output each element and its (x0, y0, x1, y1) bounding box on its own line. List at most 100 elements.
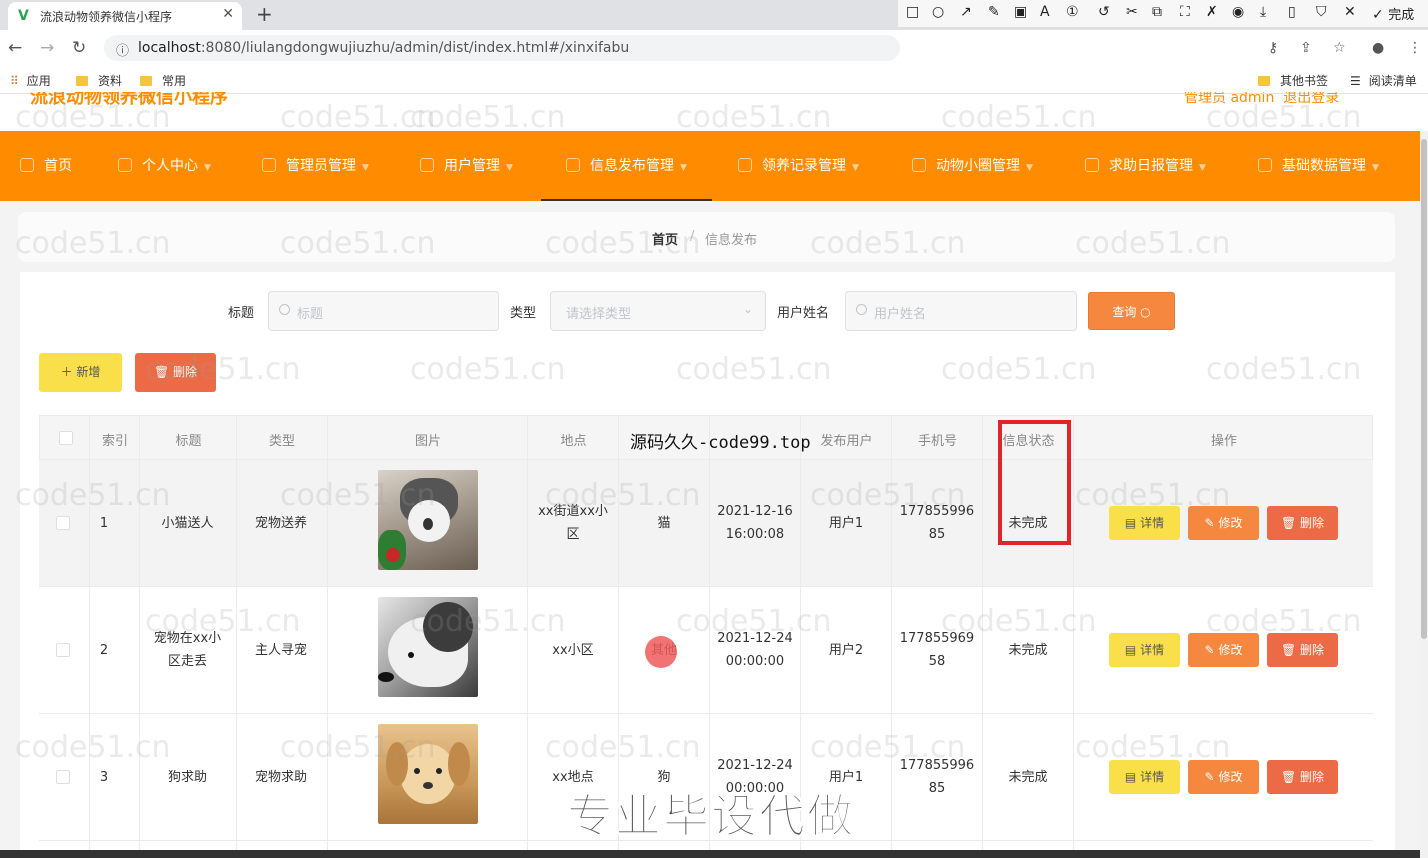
help-icon (1085, 158, 1099, 172)
circle-tool-icon[interactable]: ○ (932, 4, 944, 20)
detail-button[interactable]: ▤ 详情 (1109, 633, 1180, 667)
chevron-down-icon: ▼ (506, 163, 513, 173)
star-icon[interactable]: ☆ (1333, 40, 1346, 56)
cell-phone: 17785599685 (899, 504, 975, 542)
folder-icon (76, 76, 88, 86)
close-annotation-icon[interactable]: ✕ (1344, 4, 1356, 20)
title-search-input[interactable]: 标题 (268, 291, 499, 331)
username-search-input[interactable]: 用户姓名 (845, 291, 1077, 331)
back-icon[interactable]: ← (8, 38, 22, 58)
menu-item-info-publish[interactable]: 信息发布管理 ▼ (541, 131, 712, 201)
bookmark-folder[interactable]: 常用 (140, 72, 186, 89)
scrollbar-thumb[interactable] (1421, 139, 1427, 639)
mosaic-tool-icon[interactable]: ▣ (1014, 4, 1027, 20)
breadcrumb-current: 信息发布 (705, 233, 758, 248)
menu-item-users[interactable]: 用户管理 ▼ (420, 131, 513, 201)
add-button[interactable]: ＋ 新增 (39, 353, 122, 392)
menu-item-profile[interactable]: 个人中心 ▼ (118, 131, 211, 201)
breadcrumb-separator: / (690, 229, 695, 244)
vue-logo-icon: V (18, 8, 29, 24)
detail-button[interactable]: ▤ 详情 (1109, 506, 1180, 540)
column-divider (982, 415, 983, 858)
bookmark-icon[interactable]: ⛉ (1316, 4, 1327, 20)
arrow-tool-icon[interactable]: ↗ (960, 4, 972, 20)
bookmark-folder[interactable]: 其他书签 (1258, 72, 1328, 89)
edit-button[interactable]: ✎ 修改 (1188, 760, 1259, 794)
select-all-checkbox[interactable] (59, 431, 73, 445)
menu-item-circle[interactable]: 动物小圈管理 ▼ (912, 131, 1033, 201)
menu-label: 信息发布管理 (590, 158, 674, 174)
admin-icon (262, 158, 276, 172)
username-label: 用户姓名 (777, 306, 830, 321)
annotation-toolbar: □ ○ ↗ ✎ ▣ A ① ↺ ✂ ⧉ ⛶ ✗ ◉ ⤓ ▯ ⛉ ✕ ✓ 完成 (898, 0, 1428, 28)
document-icon (566, 158, 580, 172)
close-tab-icon[interactable]: ✕ (222, 6, 234, 22)
delete-button[interactable]: 🗑 删除 (1267, 633, 1338, 667)
menu-label: 基础数据管理 (1282, 158, 1366, 174)
new-tab-button[interactable]: + (256, 2, 273, 26)
breadcrumb-home[interactable]: 首页 (652, 229, 678, 248)
forward-icon[interactable]: → (40, 38, 54, 58)
page-scrollbar[interactable] (1420, 131, 1428, 858)
row-checkbox[interactable] (56, 643, 70, 657)
menu-item-admins[interactable]: 管理员管理 ▼ (262, 131, 369, 201)
chevron-down-icon: ▼ (1372, 163, 1379, 173)
profile-icon[interactable]: ● (1372, 40, 1384, 56)
pin-icon[interactable]: ✗ (1206, 4, 1218, 20)
copy-icon[interactable]: ⧉ (1152, 4, 1162, 20)
logout-link[interactable]: 退出登录 (1283, 92, 1339, 106)
column-divider (891, 415, 892, 858)
site-info-icon[interactable]: ⓘ (116, 40, 129, 59)
key-icon[interactable]: ⚷ (1268, 40, 1278, 56)
menu-item-home[interactable]: 首页 (20, 131, 72, 201)
delete-button[interactable]: 🗑 删除 (1267, 506, 1338, 540)
folder-icon (140, 76, 152, 86)
watermark: code51.cn (410, 100, 566, 135)
delete-label: 删除 (1300, 516, 1325, 530)
text-tool-icon[interactable]: A (1040, 4, 1050, 20)
type-select[interactable]: 请选择类型 ⌄ (550, 291, 766, 331)
address-bar[interactable]: ⓘ localhost:8080/liulangdongwujiuzhu/adm… (104, 35, 900, 61)
number-tool-icon[interactable]: ① (1066, 4, 1079, 20)
detail-button[interactable]: ▤ 详情 (1109, 760, 1180, 794)
undo-icon[interactable]: ↺ (1098, 4, 1110, 20)
phone-icon[interactable]: ▯ (1288, 4, 1296, 20)
column-header: 标题 (175, 434, 202, 449)
user-icon (118, 158, 132, 172)
menu-item-adoption[interactable]: 领养记录管理 ▼ (738, 131, 859, 201)
batch-delete-button[interactable]: 🗑 删除 (135, 353, 216, 392)
edit-button[interactable]: ✎ 修改 (1188, 506, 1259, 540)
menu-item-daily[interactable]: 求助日报管理 ▼ (1085, 131, 1206, 201)
menu-item-basedata[interactable]: 基础数据管理 ▼ (1258, 131, 1379, 201)
rectangle-tool-icon[interactable]: □ (906, 4, 919, 20)
delete-label: 删除 (173, 365, 198, 379)
record-icon[interactable]: ◉ (1232, 4, 1244, 20)
crop-icon[interactable]: ⛶ (1180, 4, 1190, 20)
bookmark-label: 其他书签 (1280, 74, 1329, 88)
reload-icon[interactable]: ↻ (72, 38, 86, 58)
trash-icon: 🗑 (1280, 770, 1297, 784)
placeholder: 用户姓名 (874, 307, 927, 322)
husky-photo (378, 597, 478, 697)
reading-list[interactable]: ☰ 阅读清单 (1350, 72, 1417, 89)
pen-tool-icon[interactable]: ✎ (988, 4, 1000, 20)
chevron-down-icon: ⌄ (742, 302, 753, 316)
cut-icon[interactable]: ✂ (1126, 4, 1138, 20)
url-host: localhost (138, 40, 201, 56)
browser-tab[interactable]: V 流浪动物领养微信小程序 ✕ (8, 2, 242, 30)
column-divider (139, 415, 140, 858)
row-checkbox[interactable] (56, 770, 70, 784)
apps-bookmark[interactable]: ⠿ 应用 (10, 72, 51, 89)
query-button[interactable]: 查询 ○ (1088, 292, 1175, 330)
row-checkbox[interactable] (56, 516, 70, 530)
delete-label: 删除 (1300, 643, 1325, 657)
download-icon[interactable]: ⤓ (1260, 4, 1266, 20)
delete-button[interactable]: 🗑 删除 (1267, 760, 1338, 794)
users-icon (420, 158, 434, 172)
done-button[interactable]: ✓ 完成 (1372, 4, 1414, 23)
edit-button[interactable]: ✎ 修改 (1188, 633, 1259, 667)
cell-time: 2021-12-24 00:00:00 (717, 631, 793, 669)
more-icon[interactable]: ⋮ (1408, 40, 1422, 56)
share-icon[interactable]: ⇪ (1300, 40, 1312, 56)
bookmark-folder[interactable]: 资料 (76, 72, 122, 89)
